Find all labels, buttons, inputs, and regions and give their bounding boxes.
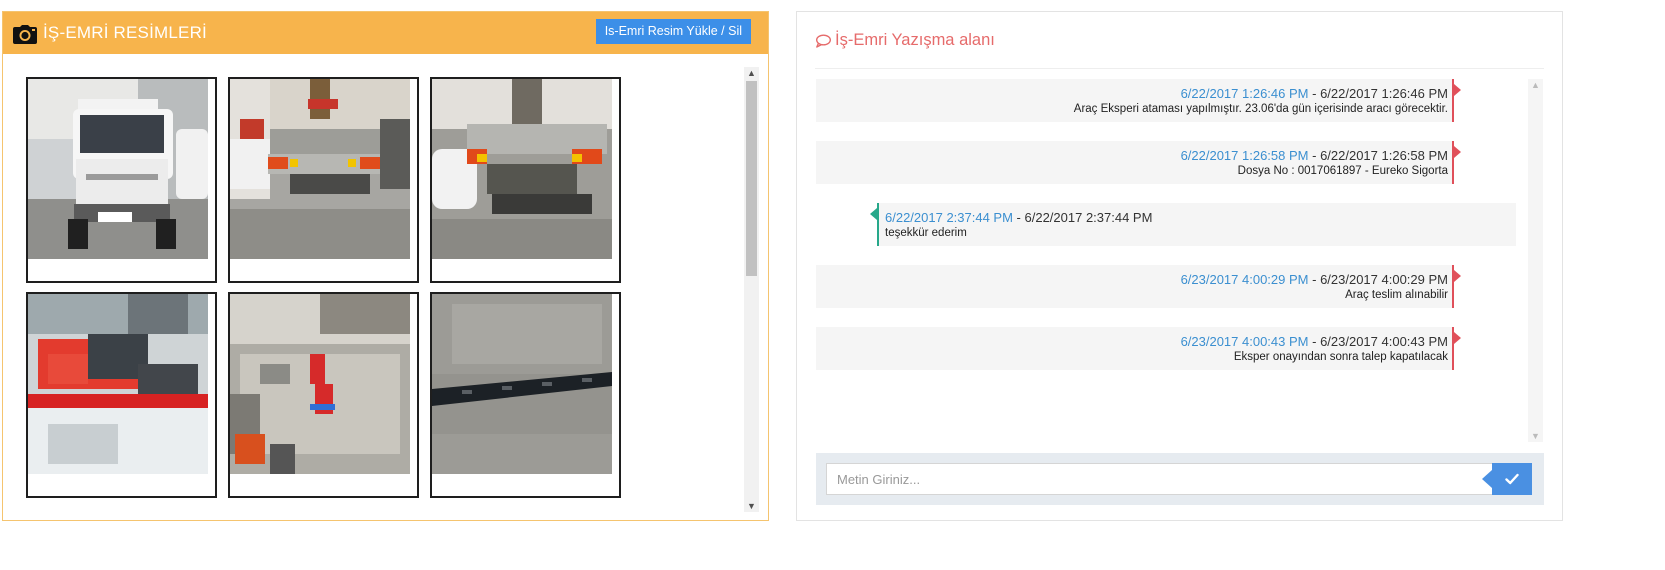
message-meta: 6/23/2017 4:00:43 PM - 6/23/2017 4:00:43… <box>1180 334 1448 349</box>
photo-parts-counter <box>28 294 208 474</box>
message-meta: 6/22/2017 2:37:44 PM - 6/22/2017 2:37:44… <box>885 210 1153 225</box>
message-item: 6/22/2017 1:26:58 PM - 6/22/2017 1:26:58… <box>816 141 1461 184</box>
message-timestamp-2: 6/23/2017 4:00:29 PM <box>1320 272 1448 287</box>
message-composer <box>816 453 1544 505</box>
chat-panel-title: İş-Emri Yazışma alanı <box>835 30 995 49</box>
scroll-up-arrow[interactable]: ▲ <box>744 67 759 79</box>
message-marker <box>1454 270 1461 282</box>
message-meta: 6/23/2017 4:00:29 PM - 6/23/2017 4:00:29… <box>1180 272 1448 287</box>
message-text: Dosya No : 0017061897 - Eureko Sigorta <box>1237 165 1448 177</box>
message-timestamp: 6/23/2017 4:00:43 PM <box>1180 334 1309 349</box>
photo-truck-bed-parts <box>230 294 410 474</box>
images-panel-header: İŞ-EMRİ RESİMLERİ Is-Emri Resim Yükle / … <box>3 12 768 54</box>
photo-truck-rear-2 <box>432 79 612 259</box>
scroll-up-arrow[interactable]: ▲ <box>1528 79 1543 91</box>
message-meta: 6/22/2017 1:26:46 PM - 6/22/2017 1:26:46… <box>1180 86 1448 101</box>
gallery-scrollbar[interactable]: ▲ ▼ <box>744 67 759 512</box>
upload-images-button[interactable]: Is-Emri Resim Yükle / Sil <box>595 19 751 44</box>
message-timestamp-2: 6/23/2017 4:00:43 PM <box>1320 334 1448 349</box>
photo-thumb[interactable] <box>430 77 621 283</box>
message-marker <box>1454 84 1461 96</box>
gallery-scroll-thumb[interactable] <box>746 81 757 276</box>
message-meta: 6/22/2017 1:26:58 PM - 6/22/2017 1:26:58… <box>1180 148 1448 163</box>
photo-truck-rear-1 <box>230 79 410 259</box>
message-marker <box>1454 146 1461 158</box>
message-list: 6/22/2017 1:26:46 PM - 6/22/2017 1:26:46… <box>816 79 1527 441</box>
scroll-down-arrow[interactable]: ▼ <box>1528 430 1543 442</box>
message-timestamp-2: 6/22/2017 1:26:58 PM <box>1320 148 1448 163</box>
message-text: Araç Eksperi ataması yapılmıştır. 23.06'… <box>1073 103 1448 115</box>
message-item: 6/23/2017 4:00:43 PM - 6/23/2017 4:00:43… <box>816 327 1461 370</box>
photo-truck-front <box>28 79 208 259</box>
images-panel: İŞ-EMRİ RESİMLERİ Is-Emri Resim Yükle / … <box>2 11 769 521</box>
message-text: Eksper onayından sonra talep kapatılacak <box>1233 351 1448 363</box>
message-timestamp: 6/22/2017 2:37:44 PM <box>885 210 1013 225</box>
message-timestamp: 6/23/2017 4:00:29 PM <box>1180 272 1309 287</box>
message-input[interactable] <box>826 463 1494 495</box>
comment-icon <box>816 34 831 48</box>
message-text: Araç teslim alınabilir <box>1345 289 1448 301</box>
message-scrollbar[interactable]: ▲ ▼ <box>1528 79 1543 442</box>
chat-panel-header: İş-Emri Yazışma alanı <box>815 12 1544 69</box>
message-text: teşekkür ederim <box>885 227 967 239</box>
message-timestamp: 6/22/2017 1:26:58 PM <box>1180 148 1309 163</box>
photo-gallery <box>26 77 626 507</box>
chat-panel: İş-Emri Yazışma alanı 6/22/2017 1:26:46 … <box>796 11 1563 521</box>
message-item: 6/22/2017 1:26:46 PM - 6/22/2017 1:26:46… <box>816 79 1461 122</box>
checkmark-icon <box>1505 473 1519 485</box>
photo-thumb[interactable] <box>26 77 217 283</box>
message-item: 6/23/2017 4:00:29 PM - 6/23/2017 4:00:29… <box>816 265 1461 308</box>
message-marker <box>870 208 877 220</box>
camera-icon <box>13 24 37 44</box>
message-timestamp-2: 6/22/2017 1:26:46 PM <box>1320 86 1448 101</box>
send-button[interactable] <box>1482 463 1532 495</box>
message-marker <box>1454 332 1461 344</box>
photo-metal-bracket <box>432 294 612 474</box>
photo-thumb[interactable] <box>430 292 621 498</box>
scroll-down-arrow[interactable]: ▼ <box>744 500 759 512</box>
photo-thumb[interactable] <box>228 77 419 283</box>
images-panel-title: İŞ-EMRİ RESİMLERİ <box>43 23 207 42</box>
message-timestamp: 6/22/2017 1:26:46 PM <box>1180 86 1309 101</box>
message-timestamp-2: 6/22/2017 2:37:44 PM <box>1024 210 1153 225</box>
photo-thumb[interactable] <box>26 292 217 498</box>
message-item: 6/22/2017 2:37:44 PM - 6/22/2017 2:37:44… <box>870 203 1516 246</box>
photo-thumb[interactable] <box>228 292 419 498</box>
